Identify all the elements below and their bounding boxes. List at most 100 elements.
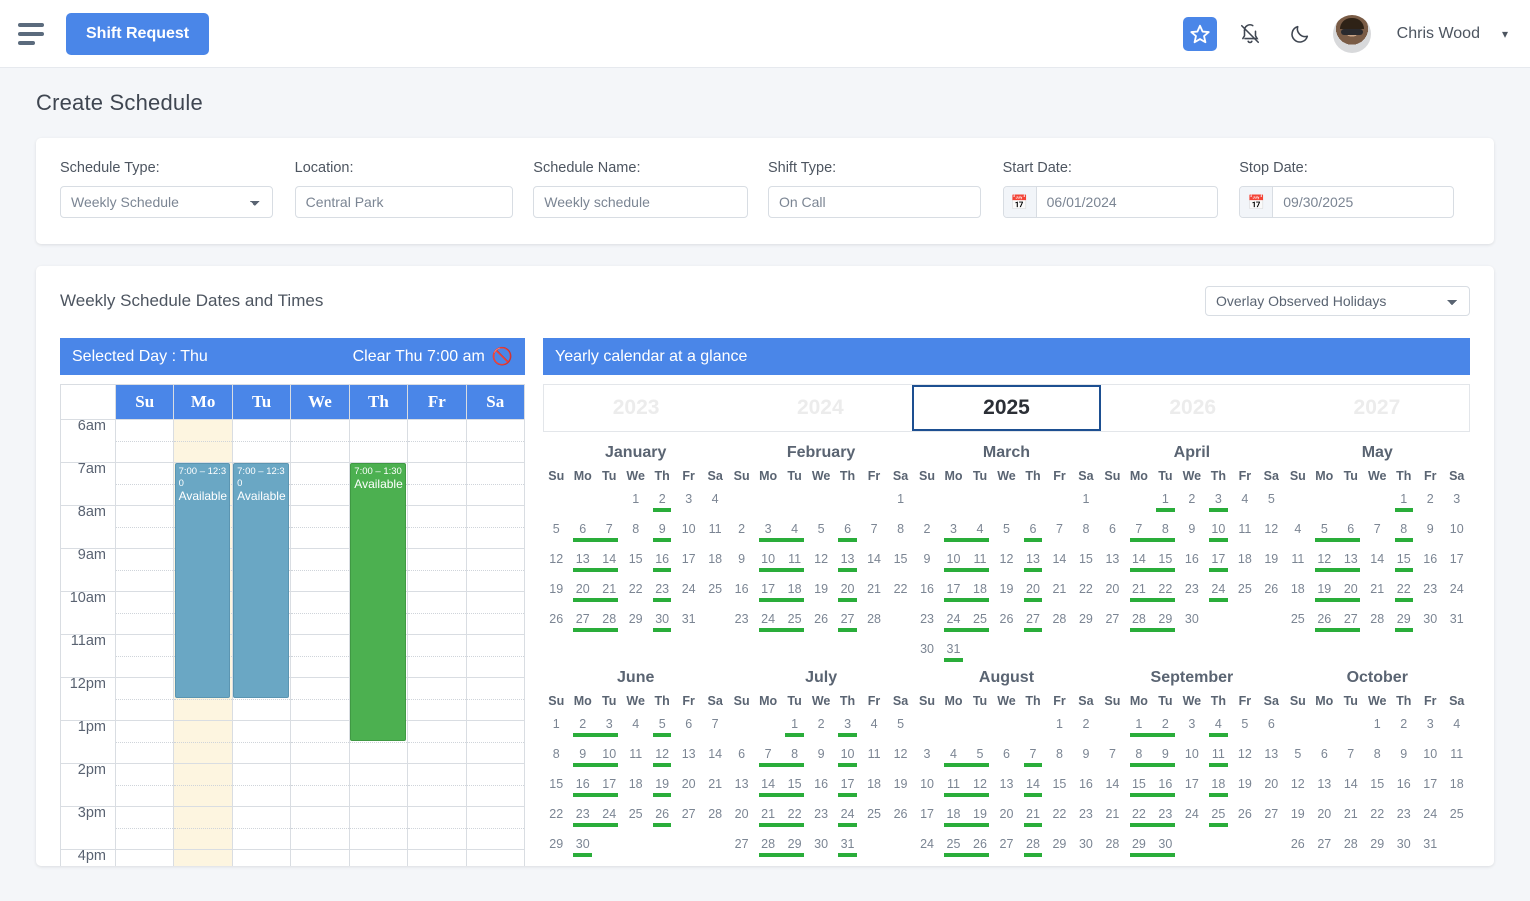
month-day-7[interactable]: 7 (1364, 519, 1390, 549)
month-day-3[interactable]: 3 (1179, 714, 1205, 744)
month-day-7[interactable]: 7 (755, 744, 781, 774)
month-day-28[interactable]: 28 (702, 804, 728, 834)
month-day-9[interactable]: 9 (1391, 744, 1417, 774)
month-day-2[interactable]: 2 (808, 714, 834, 744)
time-slot-fr-11am[interactable] (408, 635, 466, 678)
month-day-11[interactable]: 11 (1443, 744, 1469, 774)
month-day-7[interactable]: 7 (702, 714, 728, 744)
month-day-6[interactable]: 6 (834, 519, 860, 549)
month-day-26[interactable]: 26 (1311, 609, 1337, 639)
month-day-25[interactable]: 25 (781, 609, 807, 639)
time-slot-sa-7am[interactable] (466, 463, 524, 506)
month-day-11[interactable]: 11 (967, 549, 993, 579)
time-slot-fr-10am[interactable] (408, 592, 466, 635)
month-day-17[interactable]: 17 (1443, 549, 1469, 579)
month-day-8[interactable]: 8 (543, 744, 569, 774)
month-day-19[interactable]: 19 (887, 774, 913, 804)
time-slot-tu-2pm[interactable] (232, 764, 290, 807)
month-day-22[interactable]: 22 (1046, 804, 1072, 834)
month-day-19[interactable]: 19 (967, 804, 993, 834)
month-day-10[interactable]: 10 (1179, 744, 1205, 774)
month-day-12[interactable]: 12 (1311, 549, 1337, 579)
month-day-29[interactable]: 29 (781, 834, 807, 864)
month-day-11[interactable]: 11 (861, 744, 887, 774)
week-header-su[interactable]: Su (116, 385, 174, 420)
time-slot-fr-6am[interactable] (408, 420, 466, 463)
month-day-22[interactable]: 22 (781, 804, 807, 834)
month-day-26[interactable]: 26 (543, 609, 569, 639)
time-slot-tu-1pm[interactable] (232, 721, 290, 764)
month-day-19[interactable]: 19 (993, 579, 1019, 609)
month-day-7[interactable]: 7 (1046, 519, 1072, 549)
month-day-2[interactable]: 2 (1391, 714, 1417, 744)
month-day-21[interactable]: 21 (596, 579, 622, 609)
month-day-24[interactable]: 24 (914, 834, 940, 864)
week-header-th[interactable]: Th (349, 385, 407, 420)
month-day-17[interactable]: 17 (834, 774, 860, 804)
month-day-8[interactable]: 8 (622, 519, 648, 549)
year-tab-2026[interactable]: 2026 (1101, 385, 1285, 431)
month-day-7[interactable]: 7 (1099, 744, 1125, 774)
month-day-10[interactable]: 10 (675, 519, 701, 549)
week-header-fr[interactable]: Fr (408, 385, 466, 420)
month-day-6[interactable]: 6 (1311, 744, 1337, 774)
month-day-11[interactable]: 11 (781, 549, 807, 579)
month-day-17[interactable]: 17 (1205, 549, 1231, 579)
month-day-5[interactable]: 5 (1232, 714, 1258, 744)
month-day-2[interactable]: 2 (1179, 489, 1205, 519)
month-day-16[interactable]: 16 (914, 579, 940, 609)
time-slot-su-7am[interactable] (116, 463, 174, 506)
month-day-9[interactable]: 9 (808, 744, 834, 774)
bell-slash-icon[interactable] (1233, 17, 1267, 51)
month-day-25[interactable]: 25 (940, 834, 966, 864)
week-header-we[interactable]: We (291, 385, 349, 420)
month-day-23[interactable]: 23 (1073, 804, 1099, 834)
month-day-24[interactable]: 24 (1443, 579, 1469, 609)
month-day-31[interactable]: 31 (675, 609, 701, 639)
time-slot-th-6am[interactable] (349, 420, 407, 463)
time-slot-su-10am[interactable] (116, 592, 174, 635)
month-day-7[interactable]: 7 (861, 519, 887, 549)
shift-request-button[interactable]: Shift Request (66, 13, 209, 55)
month-day-8[interactable]: 8 (887, 519, 913, 549)
month-day-5[interactable]: 5 (808, 519, 834, 549)
month-day-27[interactable]: 27 (1311, 834, 1337, 864)
time-slot-we-3pm[interactable] (291, 807, 349, 850)
month-day-13[interactable]: 13 (993, 774, 1019, 804)
month-day-13[interactable]: 13 (1099, 549, 1125, 579)
start-date-input[interactable]: 📅 06/01/2024 (1003, 186, 1218, 218)
month-day-15[interactable]: 15 (1126, 774, 1152, 804)
month-day-6[interactable]: 6 (675, 714, 701, 744)
month-day-15[interactable]: 15 (1364, 774, 1390, 804)
month-day-9[interactable]: 9 (569, 744, 595, 774)
month-day-5[interactable]: 5 (967, 744, 993, 774)
month-day-30[interactable]: 30 (1152, 834, 1178, 864)
time-slot-su-3pm[interactable] (116, 807, 174, 850)
time-slot-we-8am[interactable] (291, 506, 349, 549)
clear-selection-button[interactable]: Clear Thu 7:00 am 🚫 (353, 348, 513, 366)
moon-icon[interactable] (1283, 17, 1317, 51)
month-day-24[interactable]: 24 (1179, 804, 1205, 834)
month-day-21[interactable]: 21 (1338, 804, 1364, 834)
month-day-2[interactable]: 2 (1073, 714, 1099, 744)
month-day-12[interactable]: 12 (808, 549, 834, 579)
month-day-27[interactable]: 27 (728, 834, 754, 864)
time-slot-we-2pm[interactable] (291, 764, 349, 807)
month-day-25[interactable]: 25 (1205, 804, 1231, 834)
month-day-31[interactable]: 31 (1417, 834, 1443, 864)
month-day-14[interactable]: 14 (1046, 549, 1072, 579)
month-day-29[interactable]: 29 (1152, 609, 1178, 639)
month-day-14[interactable]: 14 (755, 774, 781, 804)
month-day-15[interactable]: 15 (1152, 549, 1178, 579)
year-tab-2025[interactable]: 2025 (912, 385, 1100, 431)
month-day-2[interactable]: 2 (569, 714, 595, 744)
time-slot-fr-4pm[interactable] (408, 850, 466, 867)
month-day-16[interactable]: 16 (1417, 549, 1443, 579)
time-slot-su-4pm[interactable] (116, 850, 174, 867)
time-slot-mo-4pm[interactable] (174, 850, 232, 867)
month-day-31[interactable]: 31 (914, 864, 940, 866)
shift-event-th[interactable]: 7:00 – 1:30Available (350, 463, 406, 741)
month-day-13[interactable]: 13 (1020, 549, 1046, 579)
month-day-14[interactable]: 14 (1338, 774, 1364, 804)
month-day-19[interactable]: 19 (1232, 774, 1258, 804)
